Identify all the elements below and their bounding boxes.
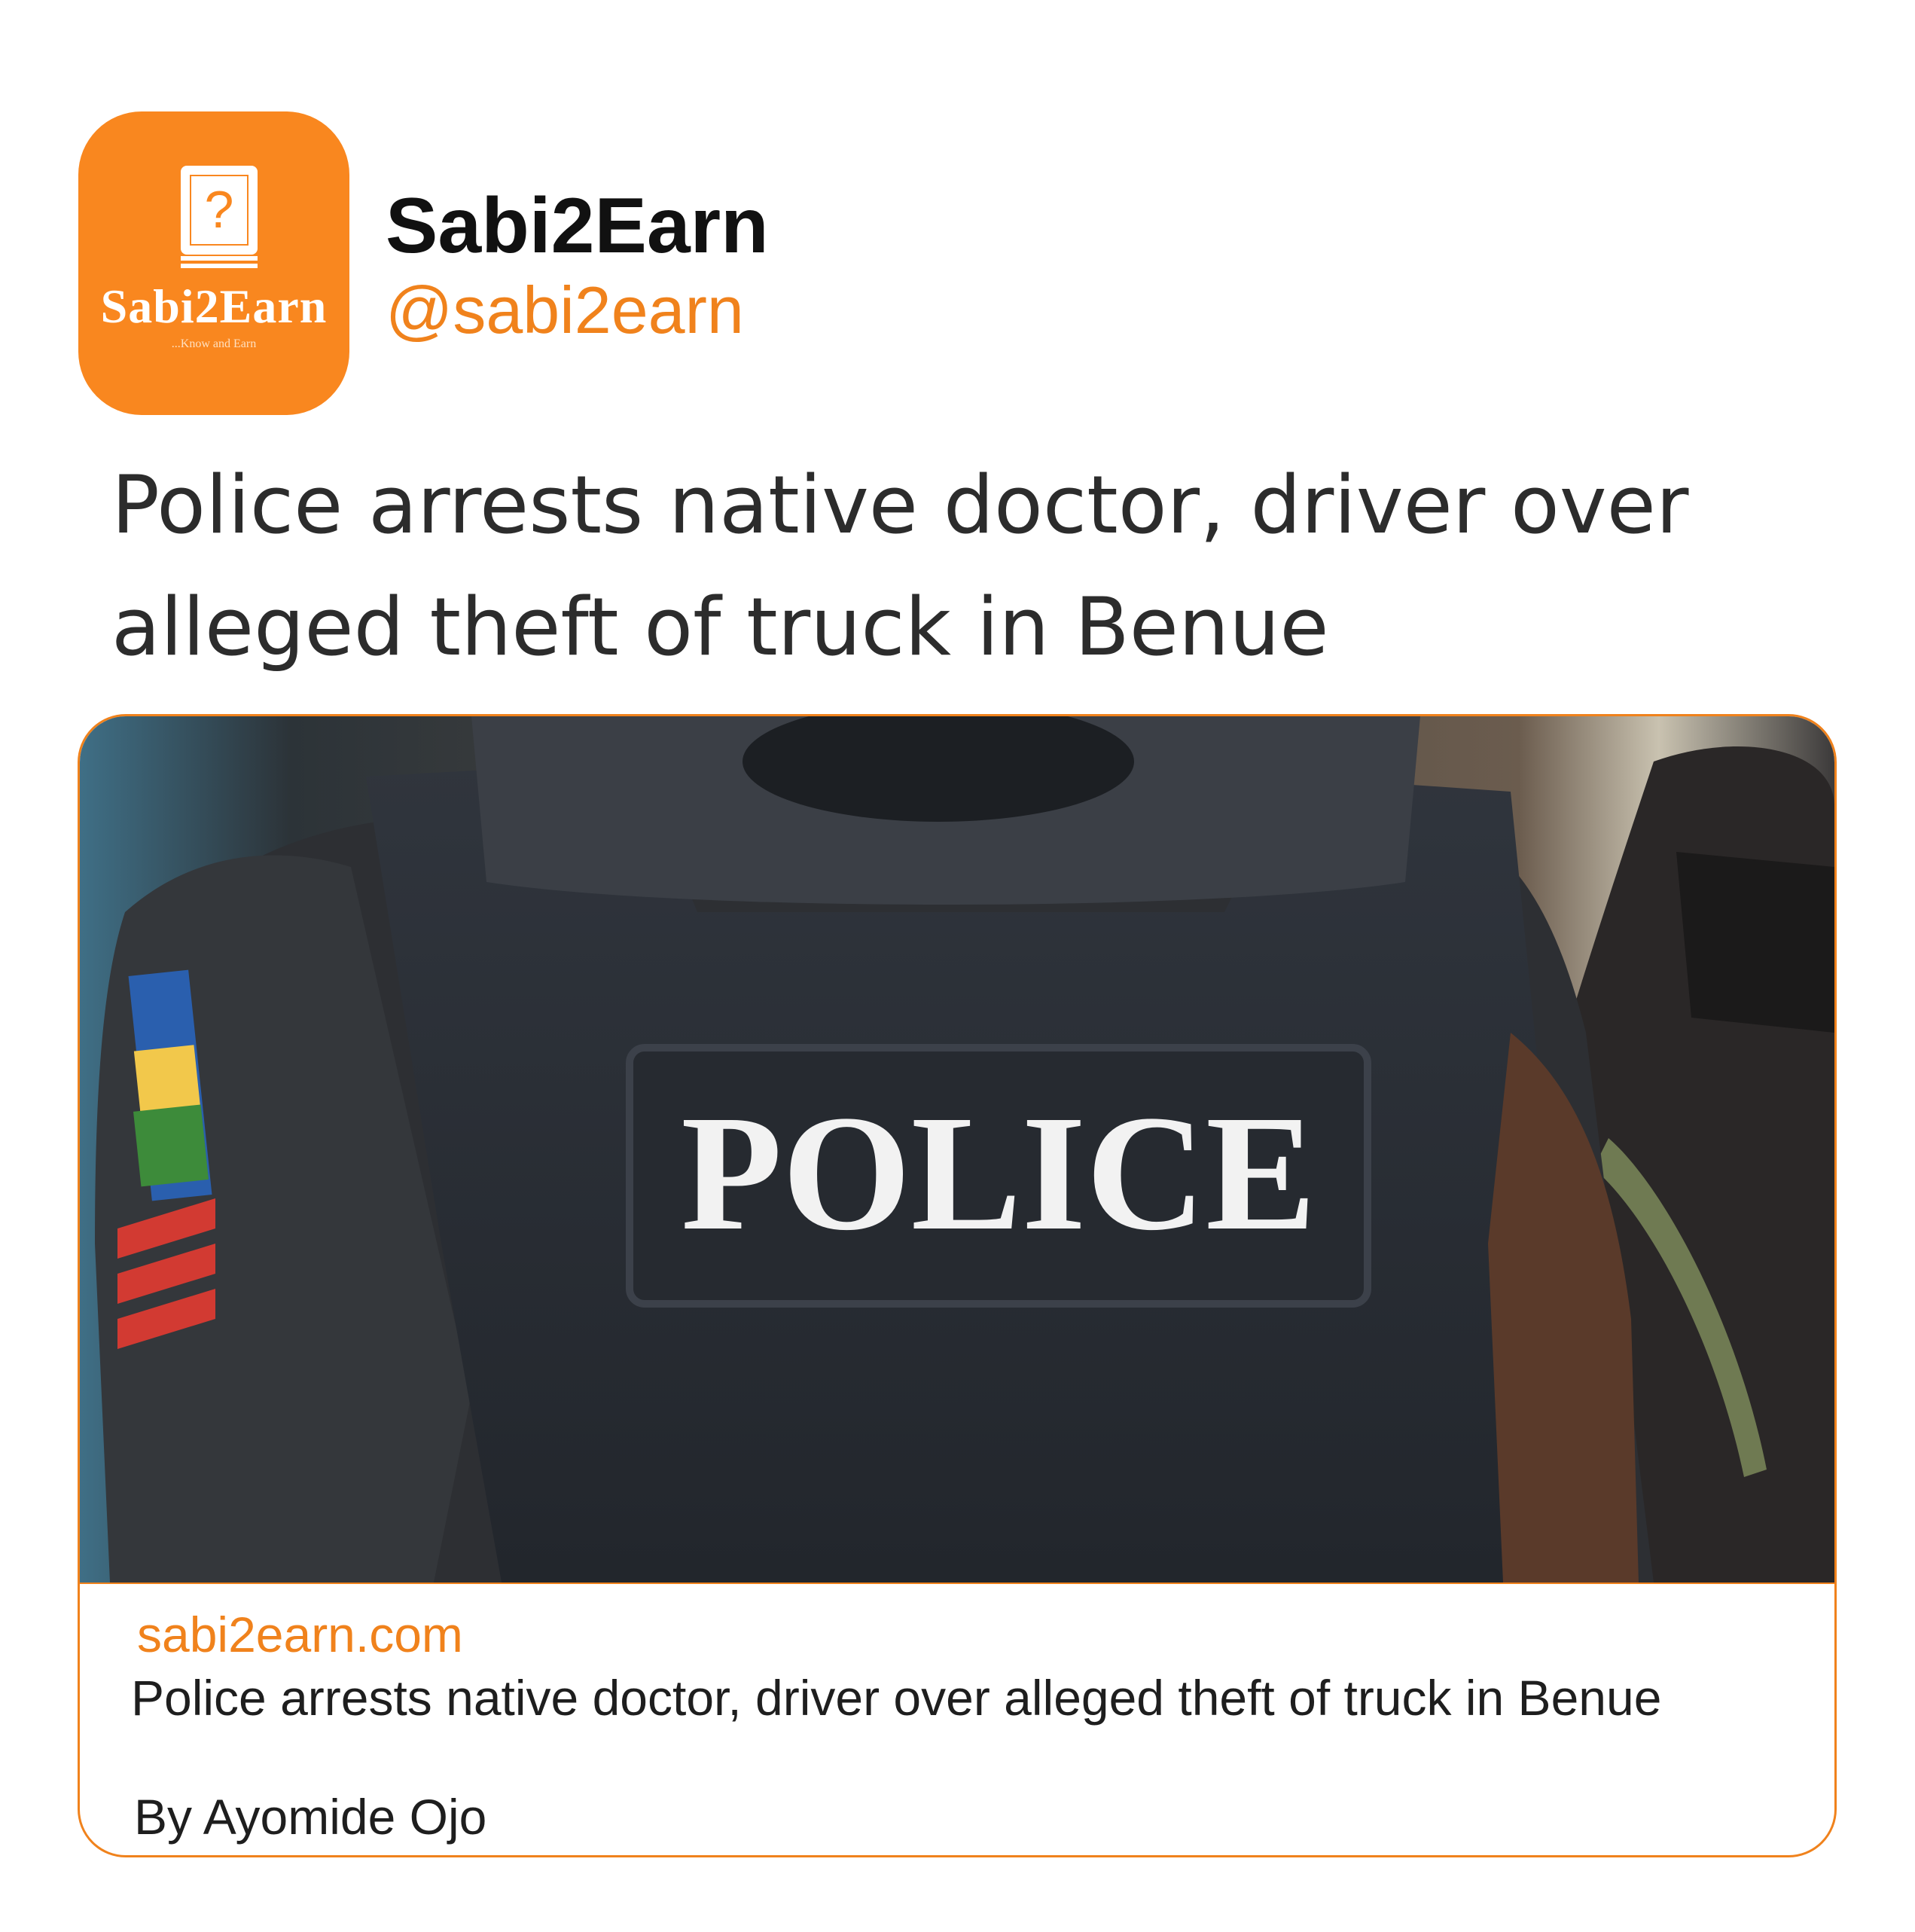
card-title[interactable]: Police arrests native doctor, driver ove… [131,1667,1788,1729]
question-book-icon: ? [181,166,258,268]
avatar-tagline: ...Know and Earn [171,337,257,350]
link-preview-card[interactable]: POLICE sabi2earn.com Police arrests nati… [78,714,1837,1857]
police-vest-photo: POLICE [80,716,1834,1583]
card-domain[interactable]: sabi2earn.com [137,1605,463,1665]
svg-text:?: ? [205,180,234,239]
card-author: By Ayomide Ojo [134,1789,487,1845]
display-name[interactable]: Sabi2Earn [386,187,769,265]
user-handle[interactable]: @sabi2earn [386,277,744,343]
card-divider [80,1583,1834,1584]
vest-label-text: POLICE [681,1081,1316,1265]
post-headline: Police arrests native doctor, driver ove… [111,459,1689,673]
avatar-brand-text: Sabi2Earn [100,279,328,333]
avatar[interactable]: ? Sabi2Earn ...Know and Earn [78,111,349,415]
